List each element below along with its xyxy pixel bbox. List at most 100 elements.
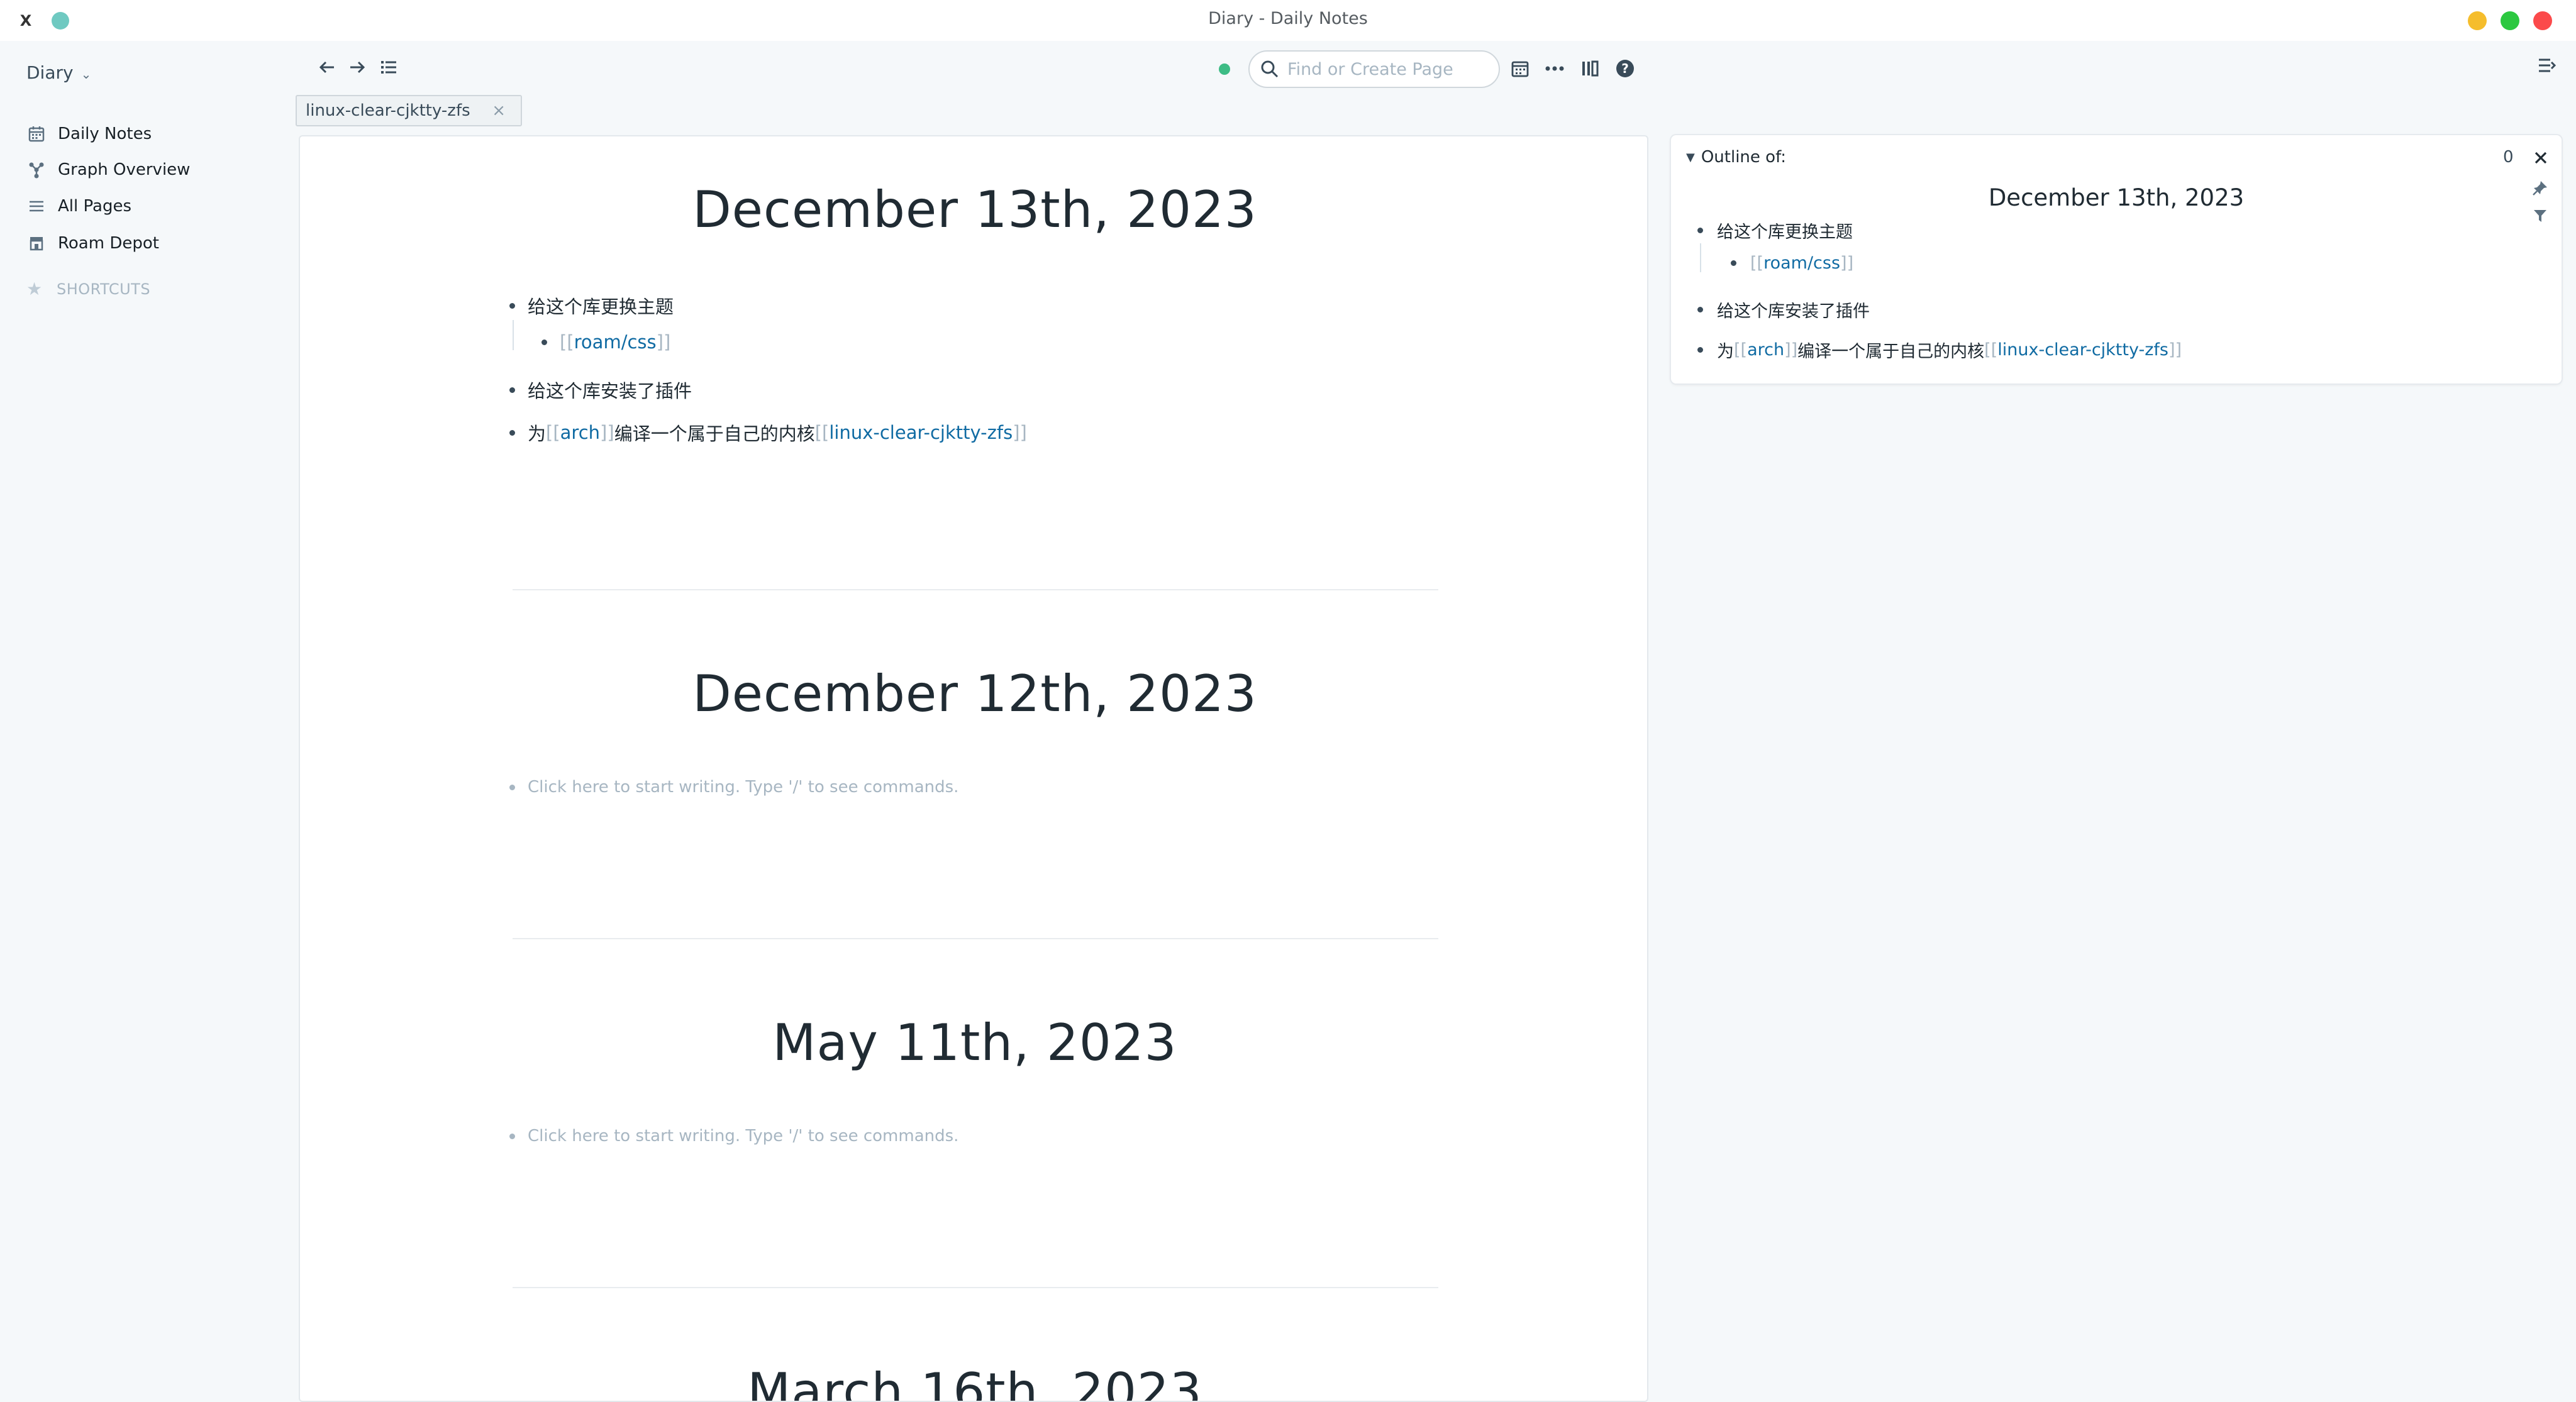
calendar-icon [26, 124, 47, 144]
page-link-roam-css[interactable]: roam/css [1763, 253, 1840, 273]
shortcuts-header: ★ SHORTCUTS [26, 279, 150, 299]
block[interactable]: [[roam/css]] [541, 331, 670, 353]
page-link-roam-css[interactable]: roam/css [574, 331, 657, 353]
bullet-icon[interactable] [1731, 260, 1736, 266]
svg-text:?: ? [1621, 61, 1629, 76]
bullet-icon [509, 784, 515, 790]
child-guide-line [1700, 243, 1701, 272]
block-text-mid: 编译一个属于自己的内核 [1797, 342, 1985, 362]
more-dots-icon [1545, 66, 1564, 71]
outline-block[interactable]: 给这个库更换主题 [1697, 218, 1853, 243]
columns-icon [1582, 60, 1599, 77]
bracket-open: [[ [1750, 253, 1764, 273]
sidebar-item-roam-depot[interactable]: Roam Depot [26, 231, 159, 256]
outline-block[interactable]: 给这个库安装了插件 [1697, 297, 1870, 322]
bullet-icon[interactable] [509, 429, 515, 436]
bracket-open: [[ [1984, 340, 1998, 360]
calendar-icon [1511, 61, 1529, 77]
outline-block[interactable]: 为[[arch]] 编译一个属于自己的内核[[linux-clear-cjktty… [1697, 338, 2182, 362]
close-window-button[interactable] [2533, 11, 2552, 30]
block-text-pre: 为 [1717, 342, 1734, 362]
page-title[interactable]: December 12th, 2023 [300, 665, 1647, 723]
outline-close-button[interactable] [2529, 146, 2552, 169]
page-link-linux-clear-cjktty-zfs[interactable]: linux-clear-cjktty-zfs [1997, 340, 2168, 360]
sidebar-item-daily-notes[interactable]: Daily Notes [26, 121, 152, 146]
bracket-close: ]] [600, 422, 614, 443]
bracket-close: ]] [656, 331, 671, 353]
block-text: 给这个库安装了插件 [528, 380, 692, 402]
sidebar-item-all-pages[interactable]: All Pages [26, 194, 131, 219]
close-icon [2534, 152, 2547, 164]
bullet-icon[interactable] [1697, 347, 1703, 353]
block[interactable]: 给这个库更换主题 [509, 292, 674, 319]
page-link-arch[interactable]: arch [560, 422, 600, 443]
bullet-icon[interactable] [509, 302, 515, 309]
forward-button[interactable] [345, 55, 370, 80]
sidebar-item-label: Daily Notes [58, 124, 152, 143]
bracket-open: [[ [560, 331, 574, 353]
block-text-pre: 为 [528, 423, 547, 444]
block-placeholder[interactable]: Click here to start writing. Type '/' to… [528, 1127, 958, 1145]
title-bar: X Diary - Daily Notes [0, 0, 2576, 41]
page-title[interactable]: December 13th, 2023 [300, 180, 1647, 239]
minimize-button[interactable] [2468, 11, 2487, 30]
block[interactable]: 给这个库安装了插件 [509, 377, 692, 403]
block-text: 给这个库更换主题 [1717, 223, 1853, 242]
caret-down-icon[interactable]: ▼ [1686, 151, 1695, 164]
child-guide-line [513, 320, 514, 350]
sidebar-item-label: Roam Depot [58, 234, 159, 253]
outline-block[interactable]: [[roam/css]] [1731, 253, 1853, 273]
sidebar-item-graph-overview[interactable]: Graph Overview [26, 157, 190, 182]
maximize-button[interactable] [2501, 11, 2519, 30]
block[interactable]: 为[[arch]] 编译一个属于自己的内核[[linux-clear-cjktty… [509, 419, 1027, 446]
right-sidebar-collapse-button[interactable] [2536, 54, 2558, 77]
bullet-icon[interactable] [1697, 228, 1703, 233]
back-button[interactable] [314, 55, 340, 80]
bullet-icon[interactable] [509, 387, 515, 393]
store-icon [26, 233, 47, 253]
tab-strip: linux-clear-cjktty-zfs × [289, 91, 1660, 138]
page-link-linux-clear-cjktty-zfs[interactable]: linux-clear-cjktty-zfs [829, 422, 1013, 443]
bullet-icon[interactable] [541, 339, 547, 345]
tab-linux-clear-cjktty-zfs[interactable]: linux-clear-cjktty-zfs × [296, 95, 522, 126]
day-divider [513, 938, 1438, 939]
outline-header[interactable]: ▼ Outline of: [1686, 148, 1786, 167]
sidebar-item-label: Graph Overview [58, 160, 191, 179]
bracket-close: ]] [1784, 340, 1798, 360]
more-menu-button[interactable] [1541, 55, 1568, 82]
bracket-open: [[ [1734, 340, 1748, 360]
search-input[interactable] [1286, 58, 1487, 80]
block-text-mid: 编译一个属于自己的内核 [614, 423, 815, 444]
sync-status-indicator [1219, 63, 1230, 75]
left-sidebar-toggle-button[interactable] [376, 55, 401, 80]
tab-close-icon[interactable]: × [492, 101, 506, 120]
help-button[interactable]: ? [1611, 55, 1639, 82]
list-icon [26, 196, 47, 216]
block-text: 给这个库安装了插件 [1717, 302, 1870, 321]
search-box[interactable] [1248, 50, 1500, 88]
page-title[interactable]: May 11th, 2023 [300, 1013, 1647, 1072]
outline-page-title[interactable]: December 13th, 2023 [1671, 184, 2562, 211]
window-title: Diary - Daily Notes [1208, 9, 1368, 28]
empty-block[interactable]: Click here to start writing. Type '/' to… [509, 1127, 958, 1145]
outline-panel: ▼ Outline of: 0 December 13th, 2023 给这个库… [1671, 135, 2562, 384]
block-text: 给这个库更换主题 [528, 296, 674, 317]
block-placeholder[interactable]: Click here to start writing. Type '/' to… [528, 778, 958, 797]
tab-label: linux-clear-cjktty-zfs [306, 101, 470, 120]
menu-list-icon [381, 61, 396, 74]
bracket-open: [[ [814, 422, 830, 443]
empty-block[interactable]: Click here to start writing. Type '/' to… [509, 778, 958, 797]
daily-notes-calendar-button[interactable] [1506, 55, 1534, 82]
bullet-icon[interactable] [1697, 307, 1703, 312]
day-divider [513, 589, 1438, 590]
search-icon [1261, 60, 1279, 78]
bracket-close: ]] [1013, 422, 1027, 443]
graph-name-label: Diary [26, 62, 74, 83]
star-icon: ★ [26, 279, 43, 299]
page-link-arch[interactable]: arch [1747, 340, 1784, 360]
main-toolbar: ? [289, 41, 1660, 97]
bracket-close: ]] [2168, 340, 2182, 360]
graph-selector[interactable]: Diary ⌄ [26, 62, 91, 83]
right-sidebar-button[interactable] [1576, 55, 1604, 82]
page-title[interactable]: March 16th, 2023 [300, 1362, 1647, 1401]
